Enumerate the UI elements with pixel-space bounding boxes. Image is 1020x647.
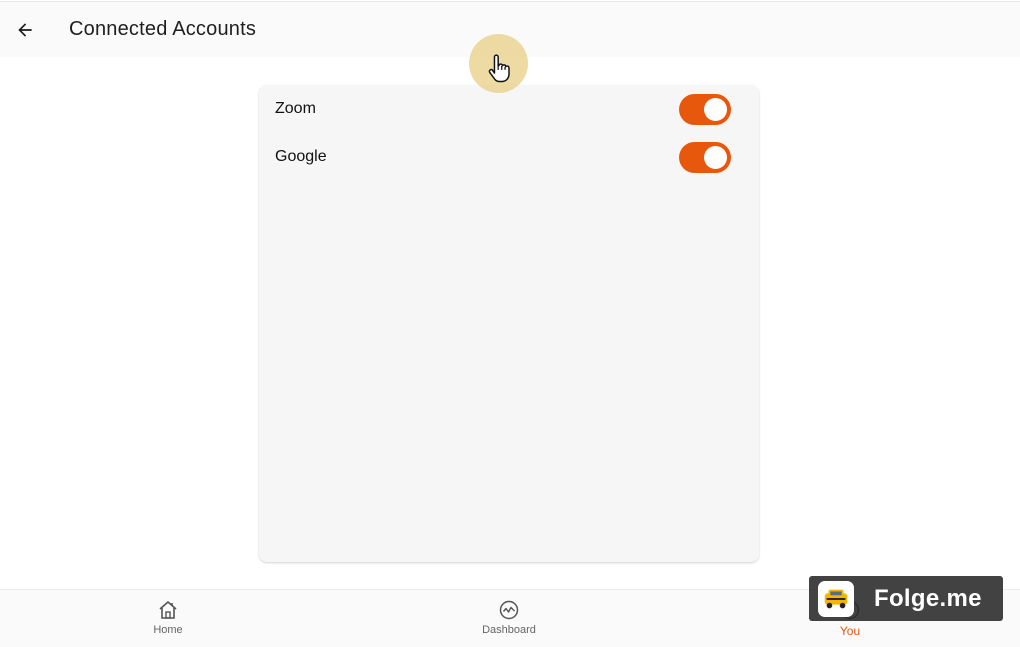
folge-logo-icon xyxy=(818,580,854,617)
touch-indicator xyxy=(469,34,528,93)
toggle-knob xyxy=(704,145,727,169)
home-icon xyxy=(159,601,177,619)
nav-item-home[interactable]: Home xyxy=(108,590,228,647)
account-name: Google xyxy=(275,148,327,165)
page-title: Connected Accounts xyxy=(69,18,257,40)
nav-label: Dashboard xyxy=(482,624,536,636)
accounts-card: Zoom Google xyxy=(259,85,759,562)
connected-accounts-screen: Connected Accounts Zoom Google Home Dash… xyxy=(0,0,1020,647)
back-button[interactable] xyxy=(0,2,50,58)
google-toggle[interactable] xyxy=(679,141,731,173)
nav-label: Home xyxy=(153,624,183,636)
nav-label: You xyxy=(839,624,861,638)
account-name: Zoom xyxy=(275,100,316,117)
hand-pointer-icon xyxy=(488,53,510,82)
dashboard-icon xyxy=(499,600,519,620)
nav-item-dashboard[interactable]: Dashboard xyxy=(449,590,569,647)
account-row-google: Google xyxy=(259,133,759,181)
toggle-knob xyxy=(704,97,727,121)
zoom-toggle[interactable] xyxy=(679,93,731,125)
arrow-left-icon xyxy=(18,22,32,37)
folge-watermark: Folge.me xyxy=(809,576,1003,621)
account-row-zoom: Zoom xyxy=(259,85,759,133)
watermark-text: Folge.me xyxy=(874,584,982,612)
